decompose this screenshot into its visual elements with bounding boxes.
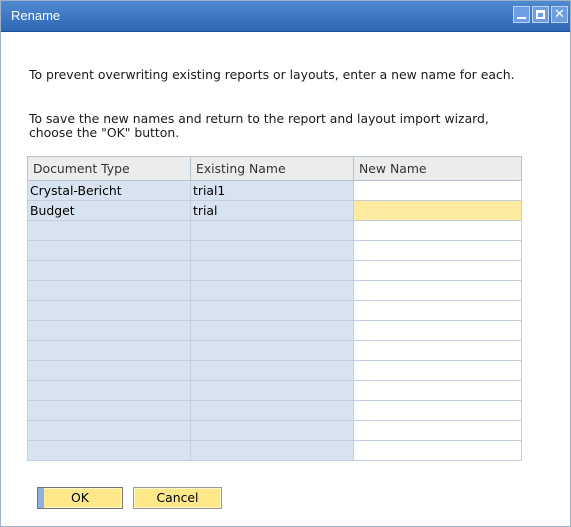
new-name-field[interactable] (353, 380, 522, 401)
existing-name-cell (190, 420, 354, 441)
dialog-title: Rename (11, 8, 61, 23)
document-type-cell (27, 360, 191, 381)
table-header-row: Document Type Existing Name New Name (27, 156, 522, 181)
close-icon[interactable]: ✕ (551, 6, 568, 23)
table-row: Budget trial (27, 200, 522, 221)
table-row (27, 400, 522, 421)
column-header-document-type[interactable]: Document Type (27, 156, 191, 181)
minimize-icon[interactable] (513, 6, 530, 23)
document-type-cell (27, 400, 191, 421)
document-type-cell (27, 300, 191, 321)
column-header-new-name[interactable]: New Name (353, 156, 522, 181)
document-type-cell (27, 320, 191, 341)
table-row (27, 300, 522, 321)
new-name-field[interactable] (353, 340, 522, 361)
existing-name-cell (190, 260, 354, 281)
document-type-cell (27, 420, 191, 441)
document-type-cell (27, 440, 191, 461)
existing-name-cell (190, 380, 354, 401)
maximize-icon[interactable] (532, 6, 549, 23)
table-row (27, 380, 522, 401)
new-name-field[interactable] (353, 300, 522, 321)
existing-name-cell (190, 340, 354, 361)
table-row (27, 420, 522, 441)
existing-name-cell (190, 360, 354, 381)
document-type-cell (27, 280, 191, 301)
document-type-cell (27, 340, 191, 361)
table-row (27, 320, 522, 341)
new-name-field[interactable] (353, 360, 522, 381)
new-name-field[interactable] (353, 260, 522, 281)
new-name-field[interactable] (353, 280, 522, 301)
new-name-field[interactable] (353, 400, 522, 421)
ok-button[interactable]: OK (37, 487, 123, 509)
table-row (27, 240, 522, 261)
document-type-cell: Budget (27, 200, 191, 221)
column-header-existing-name[interactable]: Existing Name (190, 156, 354, 181)
existing-name-cell (190, 400, 354, 421)
new-name-field[interactable] (353, 240, 522, 261)
document-type-cell (27, 220, 191, 241)
new-name-field[interactable] (353, 440, 522, 461)
existing-name-cell (190, 280, 354, 301)
table-row: Crystal-Bericht trial1 (27, 180, 522, 201)
document-type-cell (27, 380, 191, 401)
table-row (27, 340, 522, 361)
document-type-cell: Crystal-Bericht (27, 180, 191, 201)
existing-name-cell: trial (190, 200, 354, 221)
cancel-button[interactable]: Cancel (133, 487, 222, 509)
table-row (27, 220, 522, 241)
table-row (27, 440, 522, 461)
new-name-field[interactable] (353, 220, 522, 241)
window-controls: ✕ (513, 6, 568, 23)
existing-name-cell (190, 220, 354, 241)
new-name-field[interactable] (353, 180, 522, 201)
existing-name-cell (190, 320, 354, 341)
existing-name-cell (190, 240, 354, 261)
instruction-text-3: choose the "OK" button. (29, 125, 180, 140)
new-name-field[interactable] (353, 420, 522, 441)
rename-table: Document Type Existing Name New Name Cry… (27, 156, 522, 461)
instruction-text-1: To prevent overwriting existing reports … (29, 67, 515, 82)
existing-name-cell (190, 300, 354, 321)
table-row (27, 280, 522, 301)
new-name-field[interactable] (353, 320, 522, 341)
table-row (27, 260, 522, 281)
instruction-text-2: To save the new names and return to the … (29, 111, 489, 126)
existing-name-cell: trial1 (190, 180, 354, 201)
rename-dialog: Rename ✕ To prevent overwriting existing… (0, 0, 571, 527)
document-type-cell (27, 240, 191, 261)
existing-name-cell (190, 440, 354, 461)
table-row (27, 360, 522, 381)
new-name-field-active[interactable] (353, 200, 522, 221)
document-type-cell (27, 260, 191, 281)
title-bar[interactable]: Rename ✕ (1, 1, 570, 32)
